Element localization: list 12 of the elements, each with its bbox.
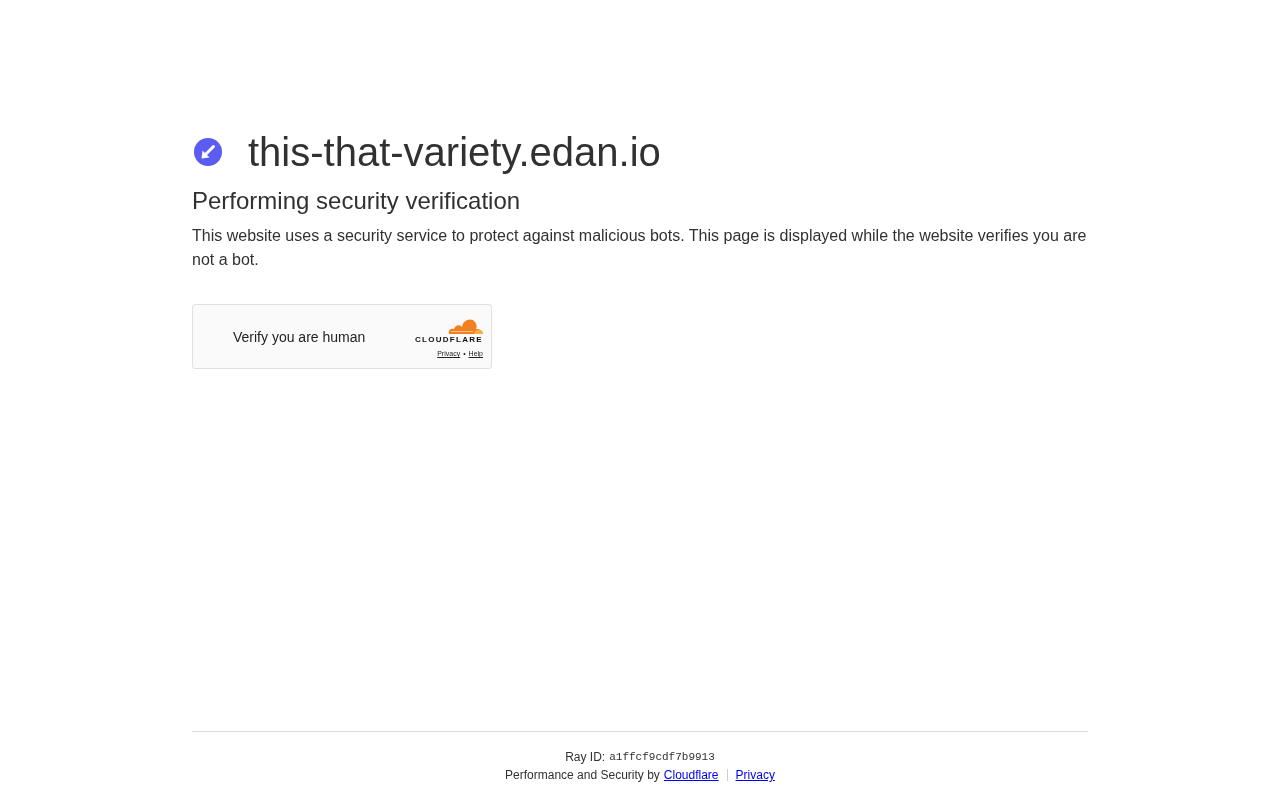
privacy-link[interactable]: Privacy (735, 766, 775, 784)
cloud-logo-icon (447, 317, 483, 334)
verify-label[interactable]: Verify you are human (233, 327, 366, 346)
site-domain-title: this-that-variety.edan.io (248, 129, 661, 176)
arrow-circle-icon (194, 138, 222, 166)
ray-id-label: Ray ID: (565, 749, 606, 766)
credit-text: Performance and Security by (505, 767, 660, 784)
ray-id-value: a1ffcf9cdf7b9913 (609, 750, 715, 765)
cloudflare-link[interactable]: Cloudflare (663, 766, 719, 784)
brand-logo-text: CLOUDFLARE (414, 335, 483, 345)
description-text: This website uses a security service to protect against malicious bots. This page is displayed while the website verifies you are not a bot. (192, 226, 1088, 270)
page-heading: Performing security verification (192, 186, 522, 216)
